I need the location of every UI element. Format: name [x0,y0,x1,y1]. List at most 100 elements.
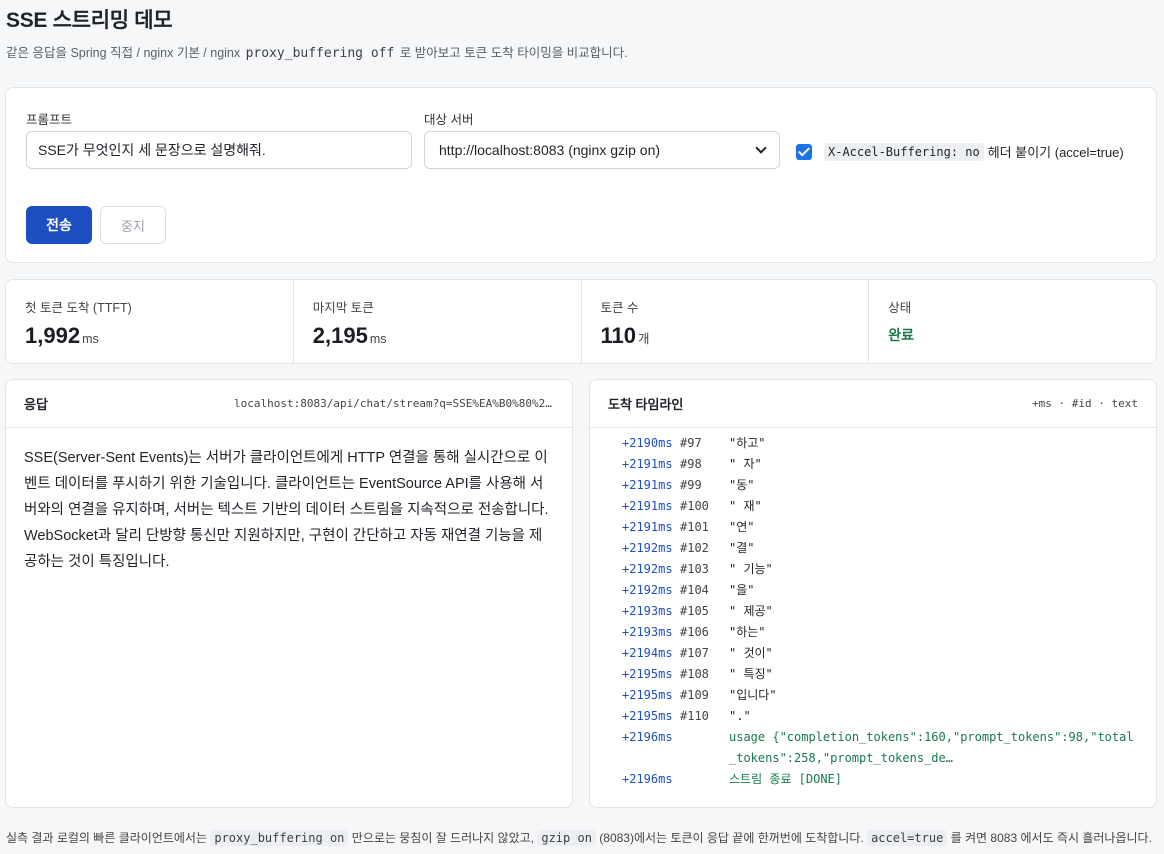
timeline-ms: +2195ms [622,667,673,681]
timeline-ms: +2196ms [622,730,673,744]
stat-status: 상태 완료 [869,280,1156,363]
prompt-input[interactable] [26,131,412,169]
prompt-label: 프롬프트 [26,113,73,127]
timeline-token: "결" [729,541,755,555]
stat-count-value: 110 개 [600,323,650,348]
timeline-token: " 제공" [729,604,773,618]
timeline-row: +2192ms #103 " 기능" [590,559,1156,580]
response-panel: 응답 localhost:8083/api/chat/stream?q=SSE%… [5,379,573,808]
timeline-id: #106 [680,625,709,639]
timeline-id: #97 [680,436,702,450]
timeline-token: "입니다" [729,688,777,702]
send-button[interactable]: 전송 [26,206,92,244]
timeline-row: +2191ms #101 "연" [590,517,1156,538]
response-header: 응답 localhost:8083/api/chat/stream?q=SSE%… [6,380,572,428]
accel-checkbox[interactable] [796,143,812,160]
timeline-row: +2192ms #104 "을" [590,580,1156,601]
stat-ttft-label: 첫 토큰 도착 (TTFT) [25,301,132,315]
timeline-panel: 도착 타임라인 +ms · #id · text " +2190ms#97"하고… [589,379,1157,808]
response-url: localhost:8083/api/chat/stream?q=SSE%EA%… [234,397,554,410]
timeline-row: +2193ms #106 "하는" [590,622,1156,643]
timeline-row: +2192ms #102 "결" [590,538,1156,559]
timeline-row: +2195ms #110 "." [590,706,1156,727]
timeline-id: #104 [680,583,709,597]
stat-ttft-value: 1,992 ms [25,323,99,348]
timeline-ms: +2191ms [622,478,673,492]
timeline-usage: usage {"completion_tokens":160,"prompt_t… [729,730,1134,765]
stop-button[interactable]: 중지 [100,206,166,244]
timeline-done-row: +2196ms 스트림 종료 [DONE] [590,769,1156,790]
timeline-row: +2195ms #109 "입니다" [590,685,1156,706]
timeline-token: " 재" [729,499,762,513]
control-panel: 프롬프트 대상 서버 http://localhost:8083 (nginx … [5,87,1157,263]
timeline-ms: +2190ms [622,436,673,450]
timeline-row: +2190ms #97 "하고" [590,433,1156,454]
timeline-row: +2195ms #108 " 특징" [590,664,1156,685]
timeline-usage-row: +2196ms usage {"completion_tokens":160,"p… [590,727,1156,769]
timeline-id: #102 [680,541,709,555]
timeline-token: " 자" [729,457,762,471]
timeline-token: "동" [729,478,755,492]
timeline-hint: +ms · #id · text [1032,397,1138,410]
stats-panel: 첫 토큰 도착 (TTFT) 1,992 ms 마지막 토큰 2,195 ms 토큰… [5,279,1157,364]
footer-note: 실측 결과 로컬의 빠른 클라이언트에서는 proxy_buffering on… [6,830,1152,846]
timeline-ms: +2192ms [622,541,673,555]
stat-count-label: 토큰 수 [600,301,639,315]
timeline-id: #101 [680,520,709,534]
timeline-id: #105 [680,604,709,618]
timeline-ms: +2192ms [622,583,673,597]
timeline-done: 스트림 종료 [DONE] [729,772,842,786]
timeline-ms: +2191ms [622,457,673,471]
server-label: 대상 서버 [424,113,474,127]
timeline-row: +2194ms #107 " 것이" [590,643,1156,664]
timeline-ms: +2193ms [622,625,673,639]
timeline-token: "연" [729,520,755,534]
stat-status-label: 상태 [888,301,912,315]
timeline-row: +2191ms #100 " 재" [590,496,1156,517]
timeline-title: 도착 타임라인 [608,397,684,412]
stat-last-token: 마지막 토큰 2,195 ms [294,280,582,363]
timeline-ms: +2195ms [622,709,673,723]
timeline-row: +2191ms #99 "동" [590,475,1156,496]
accel-checkbox-row[interactable]: X-Accel-Buffering: no 헤더 붙이기 (accel=true… [796,142,1124,161]
timeline-row: +2193ms #105 " 제공" [590,601,1156,622]
timeline-id: #98 [680,457,702,471]
timeline-id: #108 [680,667,709,681]
server-select-value: http://localhost:8083 (nginx gzip on) [439,142,661,158]
status-badge: 완료 [888,327,915,343]
page-title: SSE 스트리밍 데모 [6,9,173,32]
stat-token-count: 토큰 수 110 개 [582,280,870,363]
timeline-id: #107 [680,646,709,660]
timeline-header: 도착 타임라인 +ms · #id · text [590,380,1156,428]
timeline-id: #103 [680,562,709,576]
timeline-token: " 것이" [729,646,773,660]
timeline-id: #100 [680,499,709,513]
chevron-down-icon [755,142,767,154]
timeline-list[interactable]: " +2190ms#97"하고"+2191ms#98" 자"+2191ms#99… [590,428,1156,807]
timeline-ms: +2195ms [622,688,673,702]
timeline-ms: +2192ms [622,562,673,576]
accel-header-code: X-Accel-Buffering: no [824,142,984,161]
timeline-row: +2191ms #98 " 자" [590,454,1156,475]
timeline-token: "을" [729,583,755,597]
timeline-ms: +2193ms [622,604,673,618]
timeline-id: #99 [680,478,702,492]
timeline-token: " 기능" [729,562,773,576]
timeline-ms: +2191ms [622,499,673,513]
timeline-id: #110 [680,709,709,723]
timeline-token: "." [729,709,751,723]
response-title: 응답 [24,397,48,412]
stat-last-label: 마지막 토큰 [312,301,374,315]
timeline-token: "하는" [729,625,766,639]
timeline-ms: +2191ms [622,520,673,534]
response-text: SSE(Server-Sent Events)는 서버가 클라이언트에게 HTT… [24,450,549,570]
page-subtitle: 같은 응답을 Spring 직접 / nginx 기본 / nginx prox… [6,46,628,61]
accel-checkbox-label: 헤더 붙이기 (accel=true) [987,145,1124,160]
timeline-ms: +2194ms [622,646,673,660]
timeline-ms: +2196ms [622,772,673,786]
timeline-token: "하고" [729,436,766,450]
stat-ttft: 첫 토큰 도착 (TTFT) 1,992 ms [6,280,294,363]
stat-last-value: 2,195 ms [312,323,387,348]
timeline-token: " 특징" [729,667,773,681]
server-select[interactable]: http://localhost:8083 (nginx gzip on) [424,131,780,169]
